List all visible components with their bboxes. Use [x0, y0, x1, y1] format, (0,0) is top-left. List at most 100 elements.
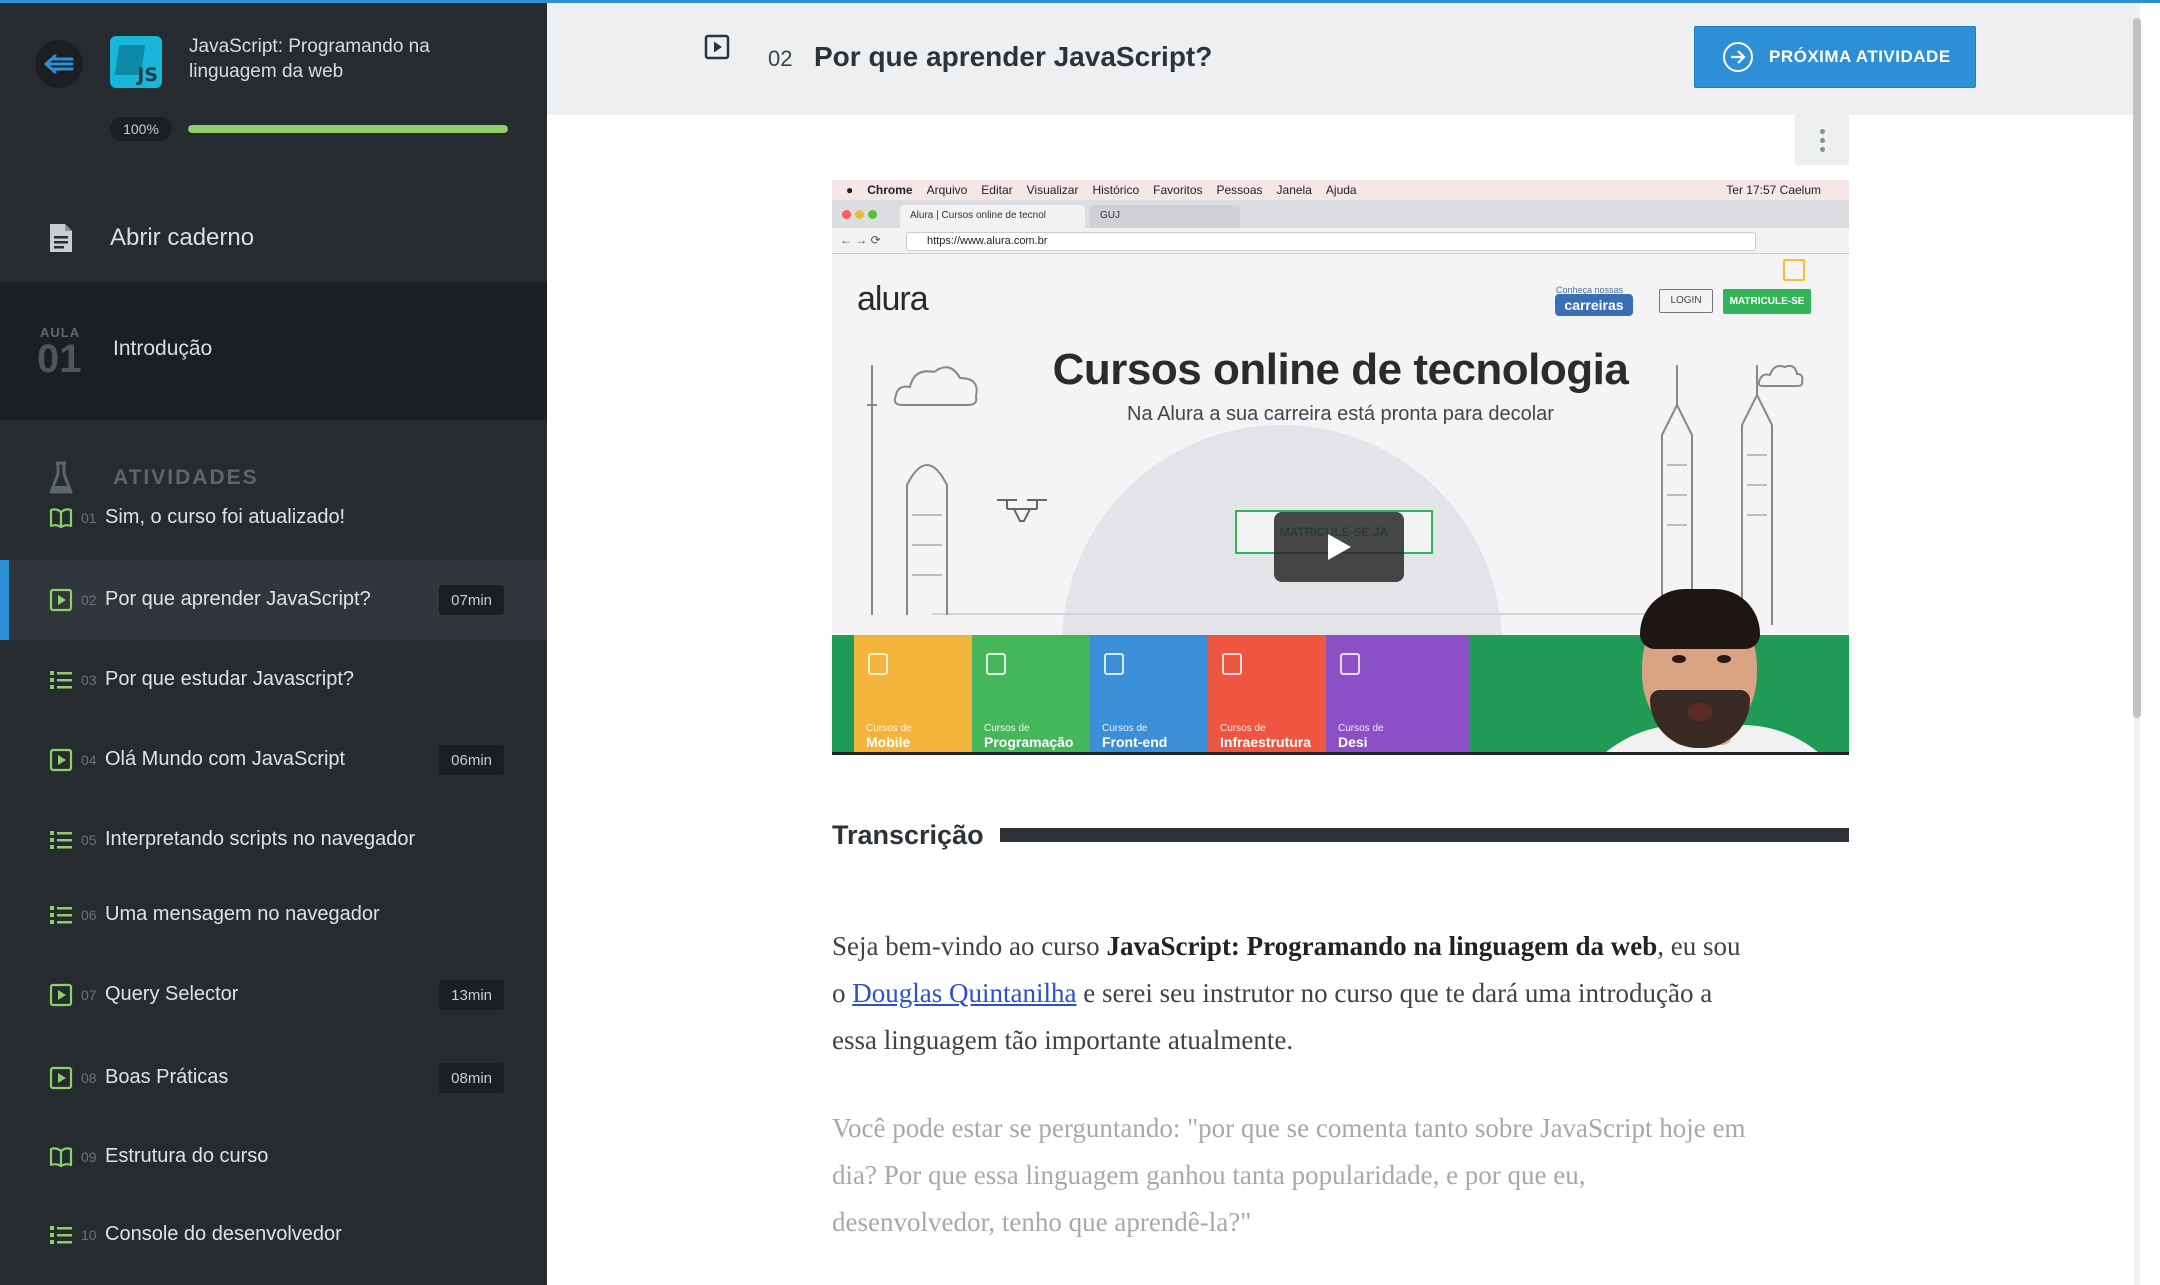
video-icon: [49, 588, 73, 612]
mac-menu-item: Editar: [981, 183, 1013, 197]
url-field: https://www.alura.com.br: [906, 232, 1756, 251]
alura-logo: alura: [857, 280, 929, 318]
activity-label: Boas Práticas: [105, 1066, 229, 1088]
activity-number: 02: [81, 592, 97, 608]
more-options-icon[interactable]: [1795, 115, 1849, 165]
site-signup-button: MATRICULE-SE: [1723, 289, 1811, 314]
back-button[interactable]: [35, 40, 83, 88]
activity-label: Uma mensagem no navegador: [105, 903, 380, 925]
activity-number: 06: [81, 907, 97, 923]
mac-menu-item: Ajuda: [1325, 183, 1357, 197]
activity-item[interactable]: 02 Por que aprender JavaScript? 07min: [0, 560, 547, 640]
site-login-button: LOGIN: [1659, 289, 1713, 313]
page-title: Por que aprender JavaScript?: [814, 41, 1213, 72]
course-header: JS JavaScript: Programando na linguagem …: [0, 3, 547, 153]
heading-bar: [999, 828, 1849, 842]
card-subtitle: Linux, SQL, Git, Docker e: [1220, 754, 1351, 755]
card-subtitle: Java, C#, Ruby, PHP: [984, 754, 1115, 755]
activity-item[interactable]: 03 Por que estudar Javascript?: [0, 640, 547, 720]
duration-badge: 06min: [439, 745, 504, 775]
duration-badge: 08min: [439, 1063, 504, 1093]
activity-number: 09: [81, 1149, 97, 1165]
activity-number: 05: [81, 832, 97, 848]
mac-menu-item: Histórico: [1092, 183, 1140, 197]
video-icon: [704, 34, 730, 60]
activity-item[interactable]: 07 Query Selector 13min: [0, 955, 547, 1035]
activity-item[interactable]: 10 Console do desenvolvedor: [0, 1200, 547, 1270]
activity-item[interactable]: 06 Uma mensagem no navegador: [0, 875, 547, 955]
category-icon: [1104, 653, 1124, 675]
card-name: Desi: [1338, 734, 1368, 750]
instructor-link[interactable]: Douglas Quintanilha: [852, 978, 1076, 1008]
activity-number: 04: [81, 752, 97, 768]
lesson-title: Introdução: [113, 337, 213, 360]
activity-number: 02: [768, 46, 793, 71]
carreiras-badge: carreiras: [1555, 294, 1633, 316]
category-icon: [868, 653, 888, 675]
activity-label: Por que aprender JavaScript?: [105, 588, 371, 610]
open-notebook-label: Abrir caderno: [110, 224, 255, 251]
card-subtitle: iOS, Android,: [866, 754, 997, 755]
activity-label: Sim, o curso foi atualizado!: [105, 506, 346, 528]
mac-menu-item: Janela: [1276, 183, 1312, 197]
next-activity-label: PRÓXIMA ATIVIDADE: [1769, 47, 1951, 66]
sidebar: JS JavaScript: Programando na linguagem …: [0, 0, 547, 1285]
video-player[interactable]: ● Chrome Arquivo Editar Visualizar Histórico…: [832, 180, 1849, 755]
transcript-paragraph: Você pode estar se perguntando: "por que…: [832, 1113, 1746, 1237]
activity-item[interactable]: 04 Olá Mundo com JavaScript 06min: [0, 720, 547, 800]
browser-tab-alura: Alura | Cursos online de tecnol: [900, 205, 1085, 228]
card-subtitle: HTML, CSS, Angular,: [1102, 754, 1233, 755]
browser-tabbar: Alura | Cursos online de tecnol GUJ: [832, 200, 1849, 228]
list-icon: [49, 828, 73, 852]
duration-badge: 13min: [439, 980, 504, 1010]
card-kicker: Cursos de: [1338, 723, 1384, 734]
category-card: Cursos deDesi Pho: [1326, 635, 1469, 755]
document-icon: [50, 224, 72, 252]
mac-menu-item: Arquivo: [926, 183, 968, 197]
apple-icon: ●: [846, 183, 854, 197]
transcript-title: Transcrição: [832, 819, 984, 850]
lesson-header[interactable]: AULA 01 Introdução: [0, 282, 547, 420]
activity-number: 08: [81, 1070, 97, 1086]
category-icon: [986, 653, 1006, 675]
activity-label: Por que estudar Javascript?: [105, 668, 355, 690]
play-icon[interactable]: [1274, 512, 1404, 582]
next-activity-button[interactable]: PRÓXIMA ATIVIDADE: [1694, 26, 1976, 88]
activity-label: Console do desenvolvedor: [105, 1223, 342, 1245]
card-subtitle: Pho: [1338, 754, 1469, 755]
list-icon: [49, 903, 73, 927]
activity-item[interactable]: 08 Boas Práticas 08min: [0, 1038, 547, 1118]
transcript-heading: Transcrição: [832, 815, 1849, 855]
activity-number: 10: [81, 1227, 97, 1243]
lesson-number: 01: [37, 337, 82, 381]
mac-menu-item: Chrome: [867, 183, 913, 197]
presenter-video: [1532, 589, 1849, 752]
browser-urlbar: ← → ⟳ https://www.alura.com.br: [832, 228, 1849, 254]
activity-item[interactable]: 09 Estrutura do curso: [0, 1117, 547, 1197]
activity-item[interactable]: 05 Interpretando scripts no navegador: [0, 800, 547, 880]
activity-number: 03: [81, 672, 97, 688]
hero-title: Cursos online de tecnologia: [1052, 345, 1629, 394]
open-notebook-link[interactable]: Abrir caderno: [0, 198, 547, 278]
mac-menu-item: Pessoas: [1216, 183, 1263, 197]
activity-item[interactable]: 01 Sim, o curso foi atualizado!: [0, 475, 547, 561]
mac-menu-item: Visualizar: [1026, 183, 1079, 197]
activity-header: 02 Por que aprender JavaScript? PRÓXIMA …: [547, 3, 2140, 115]
mac-menubar: ● Chrome Arquivo Editar Visualizar Histórico…: [832, 180, 1849, 200]
video-icon: [49, 748, 73, 772]
list-icon: [49, 1223, 73, 1247]
hero-subtitle: Na Alura a sua carreira está pronta para…: [1127, 403, 1554, 425]
arrow-left-icon: [44, 54, 74, 74]
list-icon: [49, 668, 73, 692]
category-icon: [1340, 653, 1360, 675]
book-icon: [49, 1145, 73, 1169]
text: Seja bem-vindo ao curso: [832, 931, 1107, 961]
video-icon: [49, 1066, 73, 1090]
course-name: JavaScript: Programando na linguagem da …: [1106, 931, 1658, 961]
mac-menu-item: Favoritos: [1153, 183, 1203, 197]
duration-badge: 07min: [439, 585, 504, 615]
scrollbar-thumb[interactable]: [2133, 18, 2141, 718]
activity-label: Olá Mundo com JavaScript: [105, 748, 346, 770]
course-title: JavaScript: Programando na linguagem da …: [189, 36, 430, 82]
activity-label: Interpretando scripts no navegador: [105, 828, 416, 850]
